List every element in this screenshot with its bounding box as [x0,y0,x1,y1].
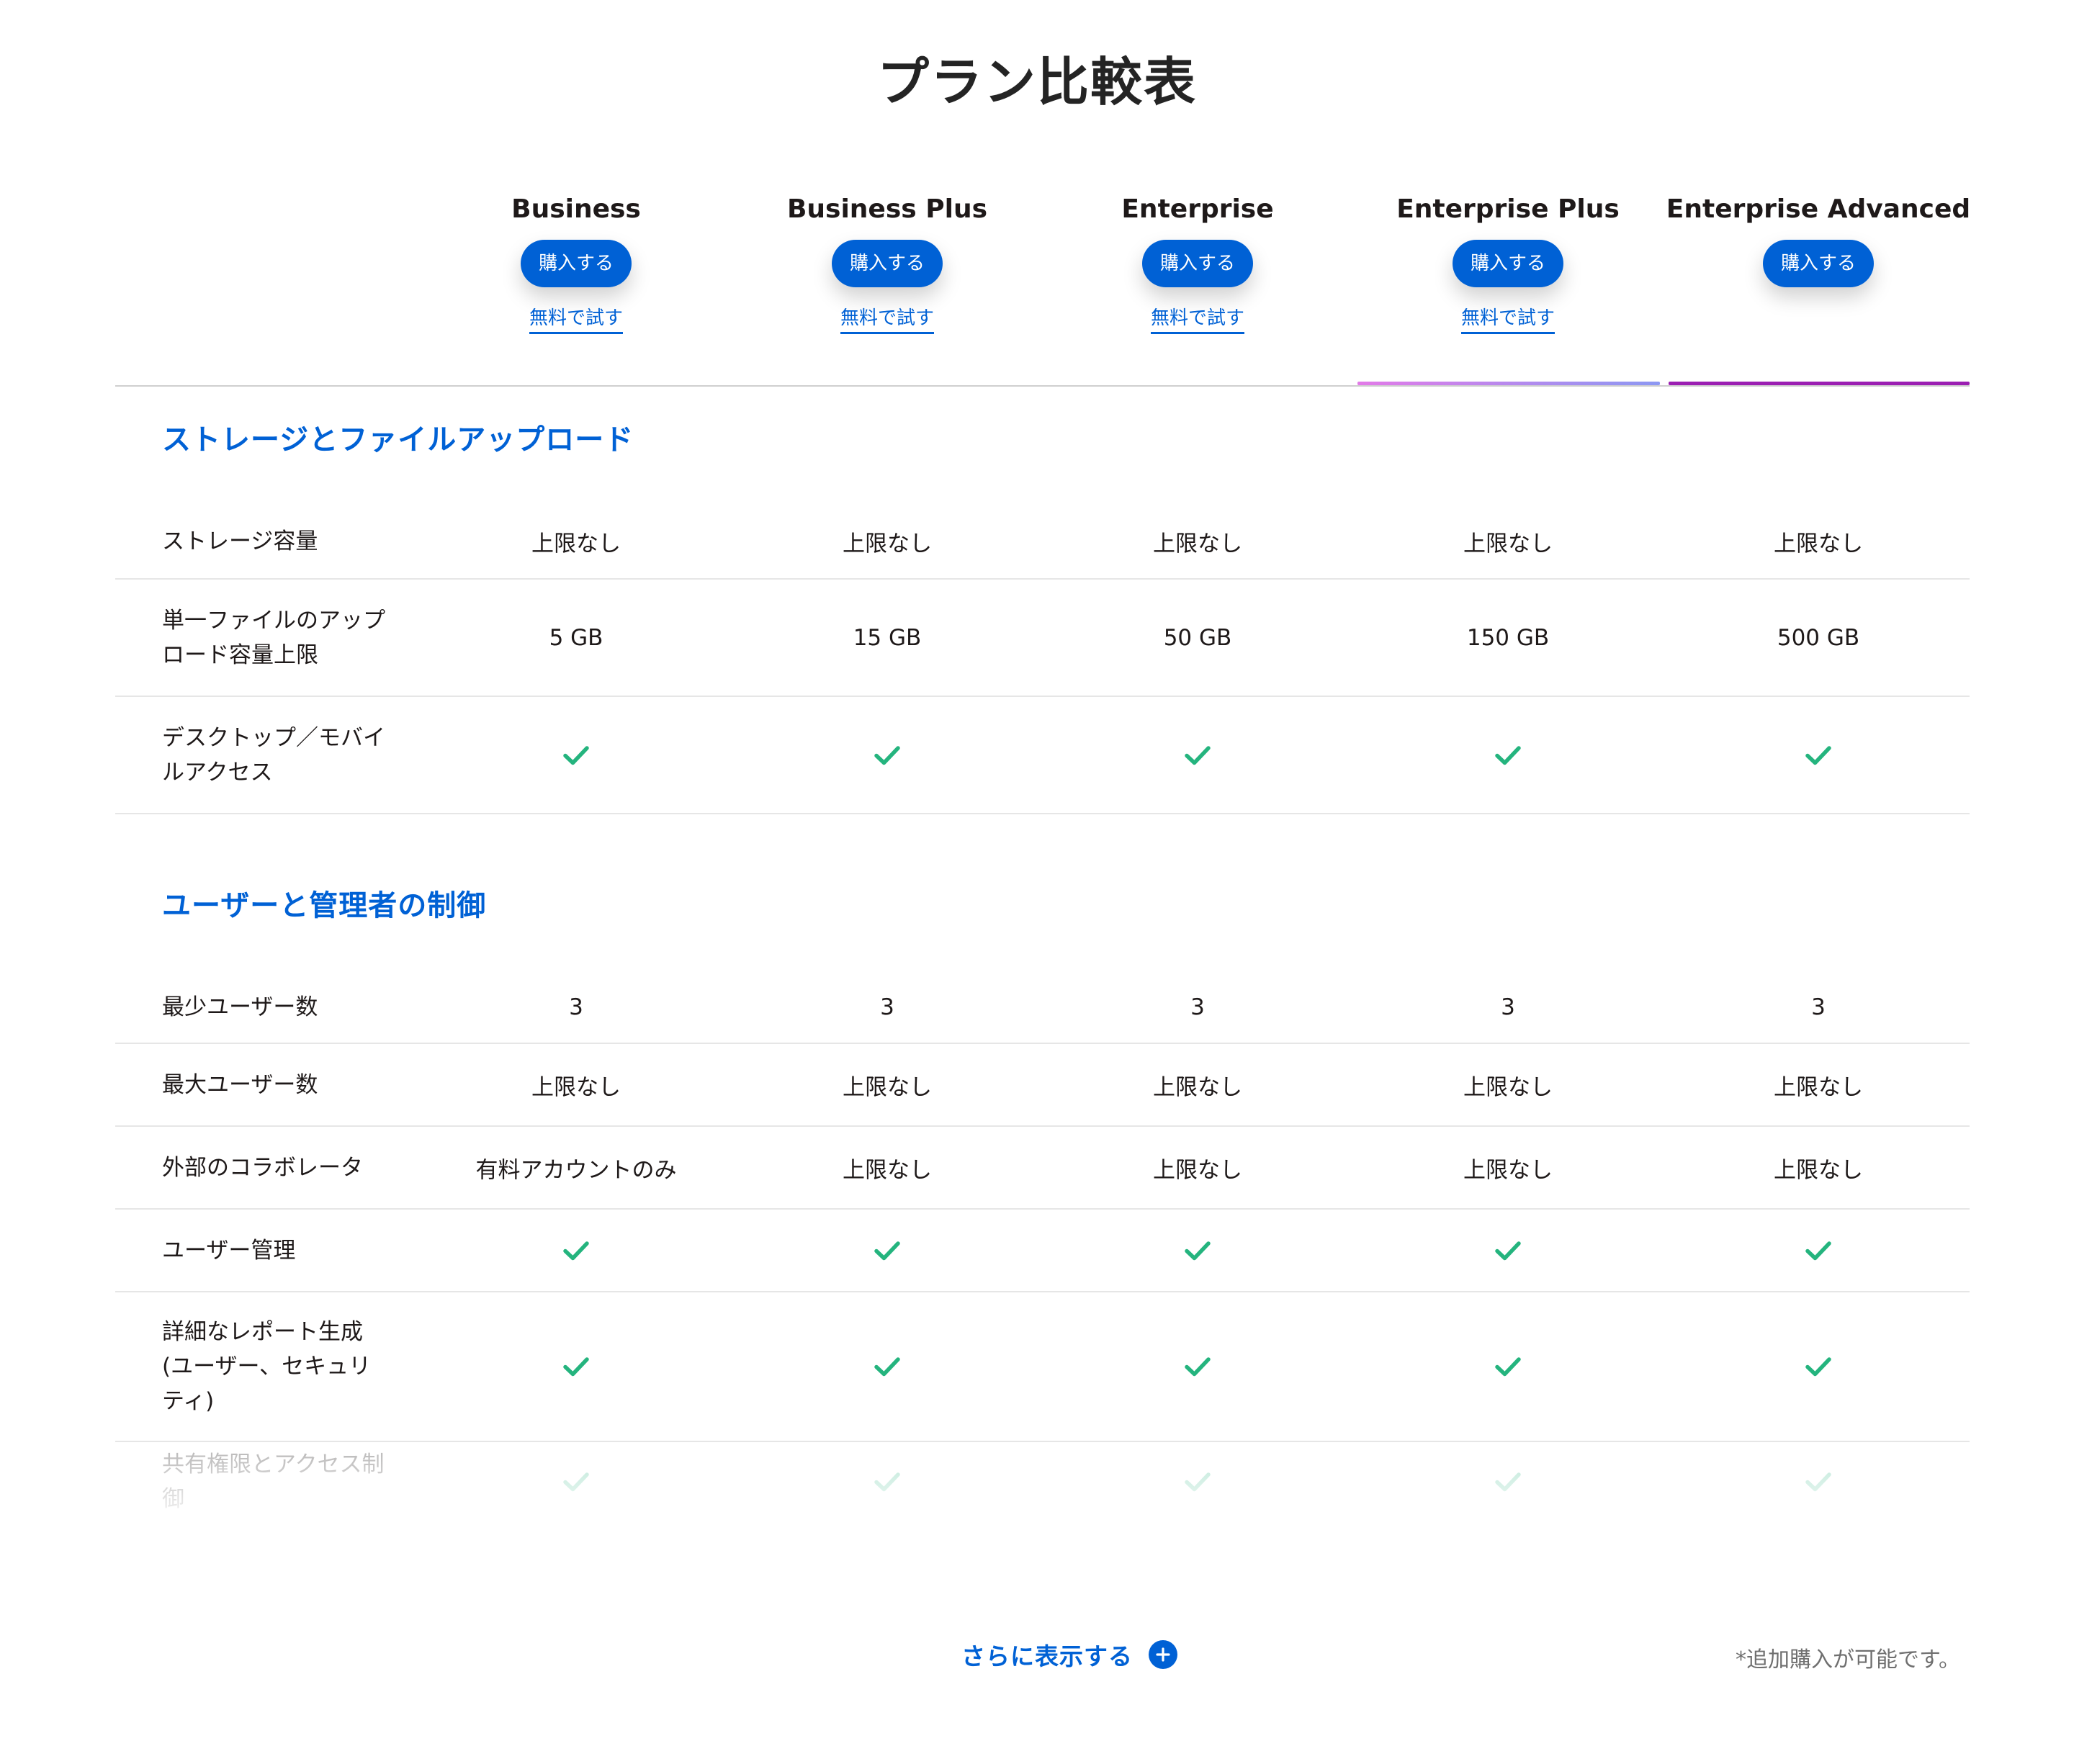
show-more-button[interactable]: さらに表示する [961,1638,1177,1671]
plan-name: Enterprise [1121,194,1274,224]
check-icon [1805,744,1832,766]
buy-button[interactable]: 購入する [1452,240,1563,287]
plan-column: Enterprise 購入する無料で試す [1043,194,1352,334]
table-cell: 3 [569,994,583,1020]
check-icon [874,744,901,766]
row-label: デスクトップ／モバイルアクセス [162,724,385,786]
buy-button[interactable]: 購入する [1141,240,1253,287]
row-label: 最少ユーザー数 [162,994,318,1020]
free-trial-link[interactable]: 無料で試す [1460,303,1555,334]
table-cell: 上限なし [1153,1074,1242,1100]
table-cell: 500 GB [1777,624,1860,651]
plan-name: Business [511,194,641,224]
enterprise-plus-underline [1357,382,1660,385]
enterprise-advanced-underline [1669,382,1970,385]
check-icon [1184,744,1211,766]
table-cell: 上限なし [1774,531,1863,557]
check-icon [1494,744,1522,766]
check-icon [1805,1356,1832,1377]
table-cell: 上限なし [843,1157,932,1183]
plan-name: Business Plus [786,194,988,224]
table-row: ユーザー管理 [115,1210,1970,1292]
section-title: ユーザーと管理者の制御 [162,889,487,922]
plan-column: Enterprise Advanced 購入する [1664,194,1973,287]
check-icon [1494,1240,1522,1261]
row-label: 最大ユーザー数 [162,1071,318,1098]
check-icon [1805,1240,1832,1261]
table-cell: 3 [1501,994,1515,1020]
table-cell: 3 [1190,994,1205,1020]
plus-circle-icon [1149,1640,1177,1669]
table-cell: 上限なし [1463,1074,1553,1100]
table-cell: 150 GB [1466,624,1550,651]
table-row: 外部のコラボレータ 有料アカウントのみ 上限なし 上限なし 上限なし 上限なし [115,1127,1970,1210]
table-cell: 上限なし [1463,1157,1553,1183]
fade-overlay [0,1454,2074,1534]
table-cell: 上限なし [1774,1157,1863,1183]
free-trial-link[interactable]: 無料で試す [840,303,934,334]
table-cell: 15 GB [853,624,922,651]
table-cell: 上限なし [1463,531,1553,557]
plan-name: Enterprise Advanced [1666,194,1971,224]
table-row: 最大ユーザー数 上限なし 上限なし 上限なし 上限なし 上限なし [115,1044,1970,1127]
table-row: ストレージ容量 上限なし 上限なし 上限なし 上限なし 上限なし [115,504,1970,580]
section-title: ストレージとファイルアップロード [162,423,634,456]
show-more-label: さらに表示する [961,1642,1133,1670]
table-cell: 上限なし [531,531,621,557]
check-icon [1184,1356,1211,1377]
table-cell: 3 [880,994,894,1020]
footnote: *追加購入が可能です。 [1736,1647,1960,1673]
buy-button[interactable]: 購入する [1762,240,1874,287]
row-label: 単一ファイルのアップロード容量上限 [162,607,385,668]
plan-name: Enterprise Plus [1396,194,1620,224]
check-icon [562,744,590,766]
free-trial-link[interactable]: 無料で試す [1150,303,1244,334]
plan-column: Enterprise Plus 購入する無料で試す [1353,194,1663,334]
table-cell: 上限なし [1153,1157,1242,1183]
free-trial-link[interactable]: 無料で試す [529,303,623,334]
row-label: ユーザー管理 [162,1237,296,1264]
table-row: デスクトップ／モバイルアクセス [115,697,1970,814]
check-icon [1494,1356,1522,1377]
check-icon [1184,1240,1211,1261]
buy-button[interactable]: 購入する [831,240,943,287]
table-cell: 50 GB [1163,624,1232,651]
page-title: プラン比較表 [876,52,1197,112]
table-cell: 5 GB [549,624,603,651]
table-row: 単一ファイルのアップロード容量上限 5 GB 15 GB 50 GB 150 GB 500… [115,580,1970,697]
check-icon [874,1356,901,1377]
plan-column: Business 購入する無料で試す [421,194,731,334]
table-cell: 上限なし [1153,531,1242,557]
table-cell: 上限なし [843,531,932,557]
table-cell: 上限なし [1774,1074,1863,1100]
table-cell: 上限なし [531,1074,621,1100]
check-icon [562,1356,590,1377]
plan-header: Business 購入する 無料で試す Business Plus 購入する 無料で試す E… [0,194,2074,389]
plan-comparison-page: プラン比較表 Business 購入する無料で試す Business Plus 購入す… [0,0,2074,1764]
row-label: 外部のコラボレータ [162,1154,363,1181]
table-row: 最少ユーザー数 3 3 3 3 3 [115,972,1970,1044]
table-cell: 上限なし [843,1074,932,1100]
plan-column: Business Plus 購入する無料で試す [732,194,1042,334]
header-divider [115,385,1970,387]
row-label: ストレージ容量 [162,528,318,554]
check-icon [874,1240,901,1261]
buy-button[interactable]: 購入する [520,240,632,287]
table-row: 詳細なレポート生成(ユーザー、セキュリティ) [115,1292,1970,1442]
table-cell: 3 [1811,994,1826,1020]
check-icon [562,1240,590,1261]
table-cell: 有料アカウントのみ [475,1157,677,1183]
row-label: 詳細なレポート生成(ユーザー、セキュリティ) [162,1319,372,1414]
